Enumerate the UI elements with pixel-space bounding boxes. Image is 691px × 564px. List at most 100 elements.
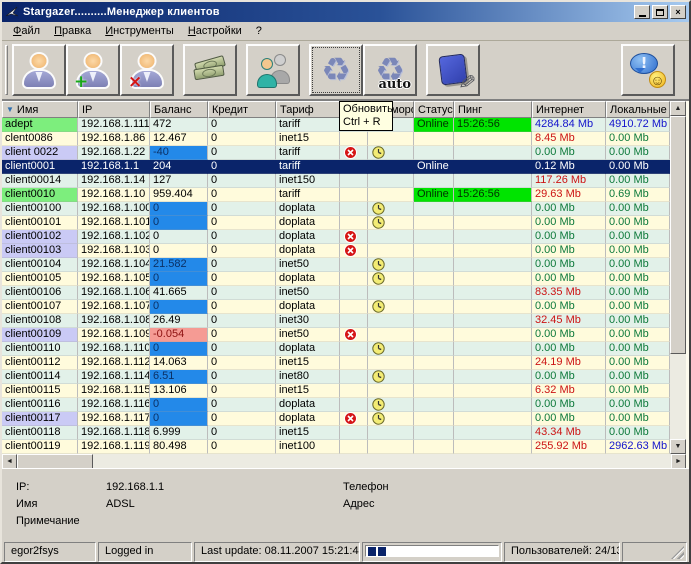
table-row[interactable]: client00108192.168.1.10826.490inet3032.4…	[2, 314, 670, 328]
vertical-scroll-thumb[interactable]	[670, 116, 686, 354]
cell-frozen	[368, 342, 414, 356]
sort-desc-icon: ▼	[6, 106, 14, 114]
cell-ping	[454, 132, 532, 146]
cell-credit: 0	[208, 440, 276, 454]
notes-button[interactable]: ✎	[426, 44, 480, 96]
table-row[interactable]: client00114192.168.1.1146.510inet800.00 …	[2, 370, 670, 384]
cell-credit: 0	[208, 398, 276, 412]
messages-button[interactable]	[621, 44, 675, 96]
refresh-button[interactable]: ♻	[309, 44, 363, 96]
cell-ip: 192.168.1.100	[78, 202, 150, 216]
cell-frozen	[368, 370, 414, 384]
table-row[interactable]: client00103192.168.1.10300doplata0.00 Mb…	[2, 244, 670, 258]
payment-button[interactable]	[183, 44, 237, 96]
close-button[interactable]: ×	[670, 5, 686, 19]
disabled-icon	[344, 412, 357, 425]
cell-name: client00101	[2, 216, 78, 230]
maximize-button[interactable]	[652, 5, 668, 19]
table-row[interactable]: client00109192.168.1.109-0.0540inet500.0…	[2, 328, 670, 342]
cell-balance: 41.665	[150, 286, 208, 300]
table-row[interactable]: client00101192.168.1.10100doplata0.00 Mb…	[2, 216, 670, 230]
cell-local: 0.00 Mb	[606, 342, 670, 356]
app-window: Stargazer..........Менеджер клиентов × Ф…	[0, 0, 691, 564]
menu-item-3[interactable]: Инструменты	[98, 23, 181, 39]
cell-tariff: inet15	[276, 356, 340, 370]
frozen-clock-icon	[372, 258, 385, 271]
scroll-left-icon[interactable]	[2, 454, 17, 469]
scroll-right-icon[interactable]	[671, 454, 686, 469]
cell-balance: 0	[150, 342, 208, 356]
resize-grip-icon[interactable]	[671, 546, 684, 559]
cell-name: client00014	[2, 174, 78, 188]
column-header-ip[interactable]: IP	[78, 101, 150, 118]
table-row[interactable]: client00112192.168.1.11214.0630inet1524.…	[2, 356, 670, 370]
column-header-tariff[interactable]: Тариф	[276, 101, 340, 118]
cell-local: 0.00 Mb	[606, 370, 670, 384]
table-row[interactable]: client00119192.168.1.11980.4980inet10025…	[2, 440, 670, 454]
column-header-credit[interactable]: Кредит	[208, 101, 276, 118]
column-label: Локальные р	[610, 104, 670, 116]
column-header-ping[interactable]: Пинг	[454, 101, 532, 118]
table-row[interactable]: client00104192.168.1.10421.5820inet500.0…	[2, 258, 670, 272]
table-row[interactable]: client00116192.168.1.11600doplata0.00 Mb…	[2, 398, 670, 412]
column-label: Баланс	[154, 104, 191, 116]
cell-ping	[454, 230, 532, 244]
column-header-status[interactable]: Статус	[414, 101, 454, 118]
table-row[interactable]: client00014192.168.1.141270inet150117.26…	[2, 174, 670, 188]
table-row[interactable]: client00100192.168.1.10000doplata0.00 Mb…	[2, 202, 670, 216]
cell-name: client00119	[2, 440, 78, 454]
frozen-clock-icon	[372, 272, 385, 285]
menu-item-5[interactable]: ?	[249, 23, 269, 39]
table-row[interactable]: client00105192.168.1.10500doplata0.00 Mb…	[2, 272, 670, 286]
detail-field: Адрес	[343, 495, 433, 512]
person-head	[32, 54, 47, 68]
table-row[interactable]: client00110192.168.1.11000doplata0.00 Mb…	[2, 342, 670, 356]
cell-ping	[454, 202, 532, 216]
cell-status	[414, 342, 454, 356]
menu-item-2[interactable]: Правка	[47, 23, 98, 39]
cell-ip: 192.168.1.109	[78, 328, 150, 342]
minimize-button[interactable]	[634, 5, 650, 19]
titlebar[interactable]: Stargazer..........Менеджер клиентов ×	[2, 2, 689, 22]
horizontal-scrollbar[interactable]	[2, 454, 686, 469]
column-header-internet[interactable]: Интернет	[532, 101, 606, 118]
vertical-scrollbar[interactable]	[670, 101, 686, 454]
scroll-up-icon[interactable]	[670, 101, 686, 116]
toolbar-grip[interactable]	[5, 45, 8, 95]
scroll-down-icon[interactable]	[670, 439, 686, 454]
table-row[interactable]: client0010192.168.1.10959.4040tariffOnli…	[2, 188, 670, 202]
progress-block	[378, 547, 386, 556]
detail-label: Имя	[16, 498, 106, 510]
cell-frozen	[368, 216, 414, 230]
table-row[interactable]: client00117192.168.1.11700doplata0.00 Mb…	[2, 412, 670, 426]
delete-user-button[interactable]: ×	[120, 44, 174, 96]
table-row[interactable]: client00118192.168.1.1186.9990inet1543.3…	[2, 426, 670, 440]
user-info-button[interactable]	[12, 44, 66, 96]
table-row[interactable]: clent0086192.168.1.8612.4670inet158.45 M…	[2, 132, 670, 146]
auto-refresh-button[interactable]: ♻auto	[363, 44, 417, 96]
cell-internet: 43.34 Mb	[532, 426, 606, 440]
column-header-local[interactable]: Локальные р	[606, 101, 670, 118]
table-row[interactable]: client00115192.168.1.11513.1060inet156.3…	[2, 384, 670, 398]
cell-frozen	[368, 440, 414, 454]
table-row[interactable]: client00106192.168.1.10641.6650inet5083.…	[2, 286, 670, 300]
table-row[interactable]: adept192.168.1.1114720tariffOnline15:26:…	[2, 118, 670, 132]
user-groups-button[interactable]	[246, 44, 300, 96]
cell-internet: 0.12 Mb	[532, 160, 606, 174]
cell-credit: 0	[208, 160, 276, 174]
cell-ip: 192.168.1.118	[78, 426, 150, 440]
menu-item-4[interactable]: Настройки	[181, 23, 249, 39]
column-header-name[interactable]: ▼Имя	[2, 101, 78, 118]
horizontal-scroll-thumb[interactable]	[17, 454, 93, 469]
column-header-balance[interactable]: Баланс	[150, 101, 208, 118]
cell-internet: 0.00 Mb	[532, 272, 606, 286]
add-user-button[interactable]: +	[66, 44, 120, 96]
table-row[interactable]: client0001192.168.1.12040tariffOnline0.1…	[2, 160, 670, 174]
cell-disabled	[340, 370, 368, 384]
table-row[interactable]: client00102192.168.1.10200doplata0.00 Mb…	[2, 230, 670, 244]
cell-balance: 127	[150, 174, 208, 188]
menu-item-1[interactable]: Файл	[6, 23, 47, 39]
cell-frozen	[368, 398, 414, 412]
table-row[interactable]: client 0022192.168.1.22-400tariff0.00 Mb…	[2, 146, 670, 160]
table-row[interactable]: client00107192.168.1.10700doplata0.00 Mb…	[2, 300, 670, 314]
